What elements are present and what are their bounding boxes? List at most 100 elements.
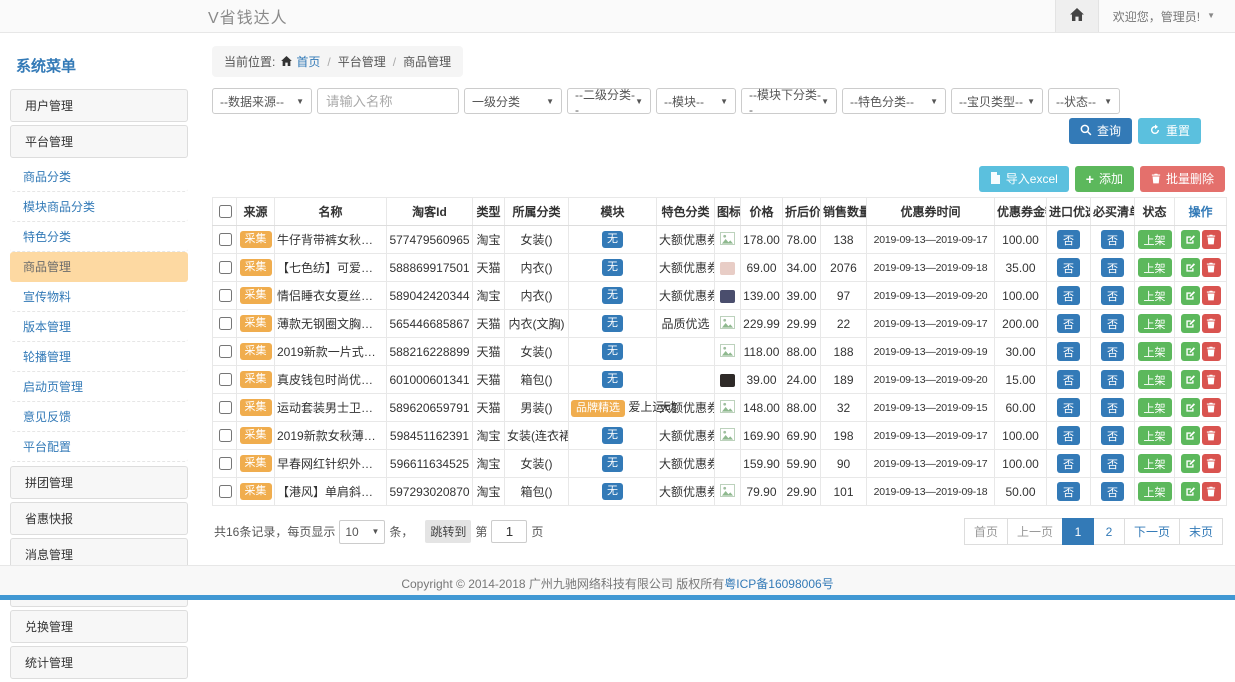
sidebar-group-兑换管理[interactable]: 兑换管理 (10, 610, 188, 643)
filter-select[interactable]: --模块下分类--▼ (741, 88, 837, 114)
import-select-toggle[interactable]: 否 (1057, 314, 1080, 333)
search-button[interactable]: 查询 (1069, 118, 1132, 144)
row-checkbox[interactable] (219, 317, 232, 330)
sidebar-group-拼团管理[interactable]: 拼团管理 (10, 466, 188, 499)
filter-select[interactable]: --模块--▼ (656, 88, 736, 114)
filter-select[interactable]: 一级分类▼ (464, 88, 562, 114)
import-select-toggle[interactable]: 否 (1057, 342, 1080, 361)
jump-page-input[interactable] (491, 520, 527, 543)
delete-button[interactable] (1202, 258, 1221, 277)
edit-button[interactable] (1181, 342, 1200, 361)
sidebar-item-轮播管理[interactable]: 轮播管理 (10, 342, 188, 372)
must-buy-toggle[interactable]: 否 (1101, 426, 1124, 445)
import-select-toggle[interactable]: 否 (1057, 454, 1080, 473)
row-checkbox[interactable] (219, 345, 232, 358)
edit-button[interactable] (1181, 426, 1200, 445)
breadcrumb-home-link[interactable]: 首页 (296, 53, 320, 70)
sidebar-item-平台配置[interactable]: 平台配置 (10, 432, 188, 462)
page-button-末页[interactable]: 末页 (1179, 518, 1223, 545)
status-button[interactable]: 上架 (1138, 230, 1172, 249)
home-button[interactable] (1055, 0, 1099, 32)
row-checkbox[interactable] (219, 373, 232, 386)
status-button[interactable]: 上架 (1138, 286, 1172, 305)
sidebar-item-商品分类[interactable]: 商品分类 (10, 162, 188, 192)
row-checkbox[interactable] (219, 233, 232, 246)
import-select-toggle[interactable]: 否 (1057, 398, 1080, 417)
must-buy-toggle[interactable]: 否 (1101, 370, 1124, 389)
status-button[interactable]: 上架 (1138, 454, 1172, 473)
sidebar-group-省惠快报[interactable]: 省惠快报 (10, 502, 188, 535)
status-button[interactable]: 上架 (1138, 370, 1172, 389)
row-checkbox[interactable] (219, 429, 232, 442)
filter-select[interactable]: --状态--▼ (1048, 88, 1120, 114)
must-buy-toggle[interactable]: 否 (1101, 342, 1124, 361)
sidebar-item-启动页管理[interactable]: 启动页管理 (10, 372, 188, 402)
filter-select[interactable]: --宝贝类型--▼ (951, 88, 1043, 114)
edit-button[interactable] (1181, 398, 1200, 417)
edit-button[interactable] (1181, 370, 1200, 389)
page-button-下一页[interactable]: 下一页 (1124, 518, 1180, 545)
row-checkbox[interactable] (219, 457, 232, 470)
sidebar-group-用户管理[interactable]: 用户管理 (10, 89, 188, 122)
reset-button[interactable]: 重置 (1138, 118, 1201, 144)
delete-button[interactable] (1202, 370, 1221, 389)
edit-button[interactable] (1181, 314, 1200, 333)
edit-button[interactable] (1181, 230, 1200, 249)
sidebar-item-意见反馈[interactable]: 意见反馈 (10, 402, 188, 432)
sidebar-item-宣传物料[interactable]: 宣传物料 (10, 282, 188, 312)
delete-button[interactable] (1202, 342, 1221, 361)
must-buy-toggle[interactable]: 否 (1101, 230, 1124, 249)
delete-button[interactable] (1202, 286, 1221, 305)
sidebar-item-模块商品分类[interactable]: 模块商品分类 (10, 192, 188, 222)
status-button[interactable]: 上架 (1138, 342, 1172, 361)
status-button[interactable]: 上架 (1138, 314, 1172, 333)
add-button[interactable]: + 添加 (1075, 166, 1134, 192)
status-button[interactable]: 上架 (1138, 398, 1172, 417)
must-buy-toggle[interactable]: 否 (1101, 482, 1124, 501)
per-page-select[interactable]: 10 ▼ (339, 520, 385, 544)
must-buy-toggle[interactable]: 否 (1101, 286, 1124, 305)
user-menu[interactable]: 欢迎您，管理员! ▼ (1099, 8, 1235, 25)
edit-button[interactable] (1181, 258, 1200, 277)
page-button-2[interactable]: 2 (1093, 518, 1125, 545)
sidebar-item-版本管理[interactable]: 版本管理 (10, 312, 188, 342)
row-checkbox[interactable] (219, 485, 232, 498)
delete-button[interactable] (1202, 454, 1221, 473)
delete-button[interactable] (1202, 398, 1221, 417)
import-select-toggle[interactable]: 否 (1057, 258, 1080, 277)
page-button-1[interactable]: 1 (1062, 518, 1094, 545)
import-select-toggle[interactable]: 否 (1057, 426, 1080, 445)
edit-button[interactable] (1181, 482, 1200, 501)
icp-link[interactable]: 粤ICP备16098006号 (724, 575, 833, 592)
filter-select[interactable]: --二级分类--▼ (567, 88, 651, 114)
edit-button[interactable] (1181, 454, 1200, 473)
must-buy-toggle[interactable]: 否 (1101, 454, 1124, 473)
filter-select[interactable]: --数据来源--▼ (212, 88, 312, 114)
delete-button[interactable] (1202, 482, 1221, 501)
status-button[interactable]: 上架 (1138, 426, 1172, 445)
select-all-checkbox[interactable] (219, 205, 232, 218)
import-select-toggle[interactable]: 否 (1057, 482, 1080, 501)
row-checkbox[interactable] (219, 401, 232, 414)
delete-button[interactable] (1202, 230, 1221, 249)
page-button-首页[interactable]: 首页 (964, 518, 1008, 545)
import-select-toggle[interactable]: 否 (1057, 286, 1080, 305)
delete-button[interactable] (1202, 314, 1221, 333)
import-excel-button[interactable]: 导入excel (979, 166, 1069, 192)
sidebar-item-特色分类[interactable]: 特色分类 (10, 222, 188, 252)
name-search-input[interactable] (317, 88, 459, 114)
import-select-toggle[interactable]: 否 (1057, 370, 1080, 389)
batch-delete-button[interactable]: 批量删除 (1140, 166, 1225, 192)
row-checkbox[interactable] (219, 289, 232, 302)
must-buy-toggle[interactable]: 否 (1101, 398, 1124, 417)
row-checkbox[interactable] (219, 261, 232, 274)
must-buy-toggle[interactable]: 否 (1101, 258, 1124, 277)
page-button-上一页[interactable]: 上一页 (1007, 518, 1063, 545)
sidebar-item-商品管理[interactable]: 商品管理 (10, 252, 188, 282)
import-select-toggle[interactable]: 否 (1057, 230, 1080, 249)
sidebar-group-平台管理[interactable]: 平台管理 (10, 125, 188, 158)
status-button[interactable]: 上架 (1138, 258, 1172, 277)
status-button[interactable]: 上架 (1138, 482, 1172, 501)
delete-button[interactable] (1202, 426, 1221, 445)
sidebar-group-统计管理[interactable]: 统计管理 (10, 646, 188, 679)
